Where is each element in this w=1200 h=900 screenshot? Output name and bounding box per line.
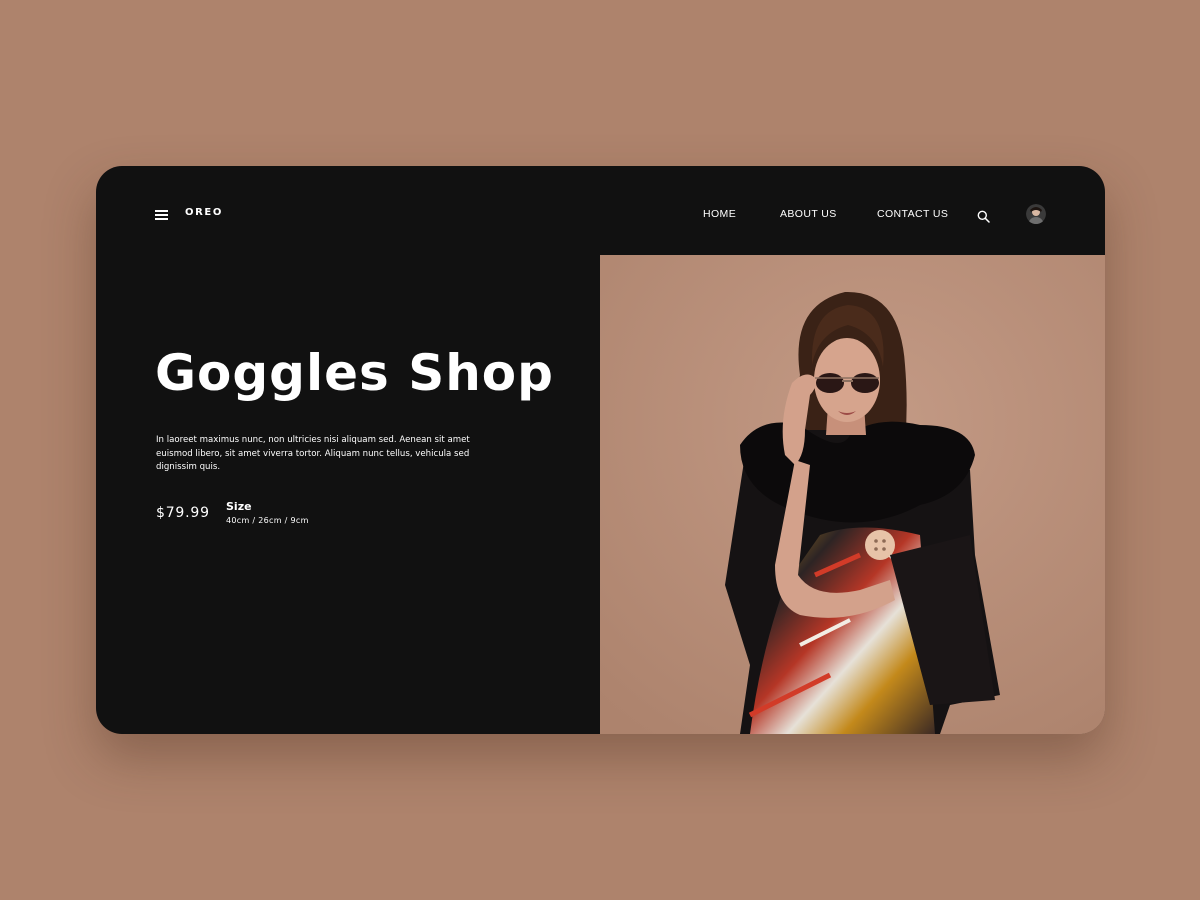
hero-title: Goggles Shop — [155, 344, 554, 402]
hamburger-menu-icon[interactable] — [155, 210, 168, 220]
user-avatar[interactable] — [1026, 204, 1046, 224]
model-wearing-sunglasses-photo — [600, 255, 1105, 734]
product-price: $79.99 — [156, 505, 210, 521]
navbar: OREO HOME ABOUT US CONTACT US — [96, 166, 1105, 256]
nav-link-about-us[interactable]: ABOUT US — [780, 208, 837, 220]
size-value: 40cm / 26cm / 9cm — [226, 516, 309, 525]
nav-link-home[interactable]: HOME — [703, 208, 736, 220]
size-label: Size — [226, 500, 252, 513]
search-icon[interactable] — [977, 208, 990, 223]
hero-description: In laoreet maximus nunc, non ultricies n… — [156, 435, 470, 472]
landing-card: OREO HOME ABOUT US CONTACT US Goggles Sh… — [96, 166, 1105, 734]
nav-link-contact-us[interactable]: CONTACT US — [877, 208, 948, 220]
logo[interactable]: OREO — [185, 207, 223, 218]
